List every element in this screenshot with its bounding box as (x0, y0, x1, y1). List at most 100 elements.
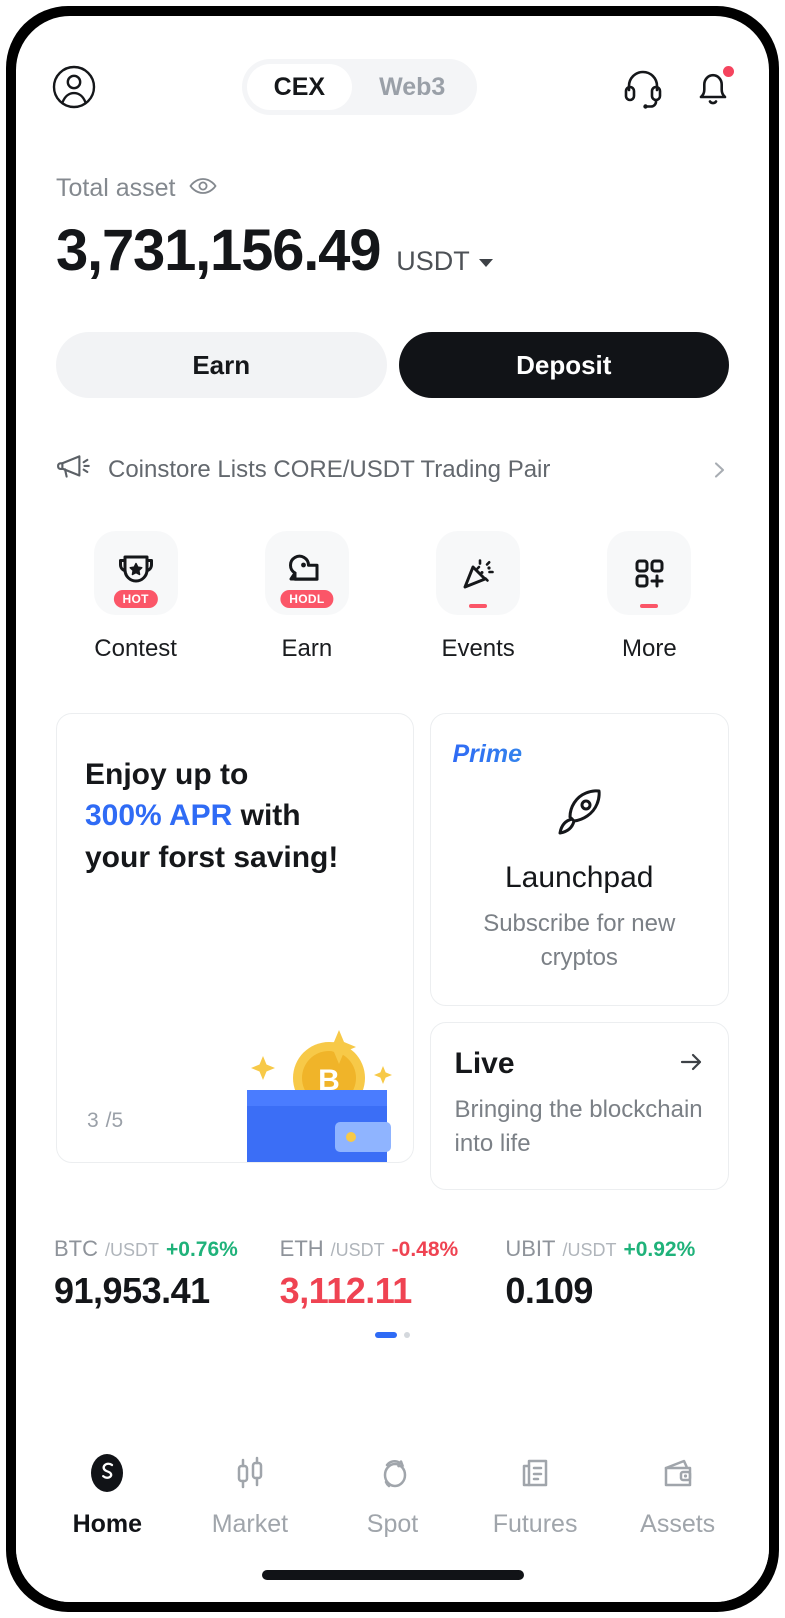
phone-frame: CEX Web3 Total asset 3,731,156.49 USDT E… (6, 6, 779, 1612)
ticker-pair-row: BTC /USDT +0.76% (54, 1236, 280, 1262)
nav-label: Spot (366, 1510, 419, 1538)
quick-action-badge: HOT (113, 590, 158, 608)
ticker-change: -0.48% (391, 1238, 459, 1262)
ticker-ubit[interactable]: UBIT /USDT +0.92% 0.109 (505, 1236, 731, 1312)
launchpad-subtitle: Subscribe for new cryptos (483, 910, 676, 972)
header-icon-group (621, 65, 735, 109)
savings-promo-line2-rest: with (232, 799, 301, 833)
ticker-btc[interactable]: BTC /USDT +0.76% 91,953.41 (54, 1236, 280, 1312)
live-card[interactable]: Live Bringing the blockchain into life (429, 1022, 729, 1191)
home-logo-icon (84, 1450, 130, 1496)
app-screen: CEX Web3 Total asset 3,731,156.49 USDT E… (16, 16, 769, 1602)
ticker-base: BTC (54, 1236, 98, 1262)
ticker-strip: BTC /USDT +0.76% 91,953.41 ETH /USDT -0.… (16, 1190, 769, 1312)
quick-action-earn[interactable]: HODL Earn (221, 531, 392, 663)
eye-icon[interactable] (188, 177, 217, 200)
live-card-header: Live (455, 1047, 705, 1081)
quick-action-label: Earn (281, 635, 333, 662)
notification-badge (722, 66, 734, 77)
nav-label: Home (72, 1510, 143, 1538)
user-circle-icon[interactable] (50, 63, 98, 111)
quick-action-more[interactable]: More (564, 531, 735, 663)
rocket-icon (548, 781, 610, 843)
quick-action-tile: HODL (264, 531, 349, 615)
chevron-right-icon[interactable] (709, 460, 729, 480)
party-popper-icon (463, 559, 494, 589)
mode-switch[interactable]: CEX Web3 (241, 59, 478, 115)
tab-cex[interactable]: CEX (246, 64, 353, 110)
arrow-right-icon[interactable] (678, 1049, 704, 1080)
savings-promo-headline: Enjoy up to 300% APR with your forst sav… (85, 754, 385, 878)
candlestick-icon (227, 1450, 273, 1496)
ticker-quote: /USDT (330, 1240, 385, 1261)
quick-actions: HOT Contest HODL Earn Events More (16, 487, 769, 663)
earn-button[interactable]: Earn (56, 332, 387, 398)
promo-section: Enjoy up to 300% APR with your forst sav… (16, 663, 769, 1191)
app-header: CEX Web3 (16, 16, 769, 126)
announcement-banner[interactable]: Coinstore Lists CORE/USDT Trading Pair (16, 398, 769, 487)
savings-promo-line3: your forst saving! (85, 840, 339, 874)
savings-promo-counter-current: 3 (87, 1109, 99, 1132)
launchpad-card[interactable]: Prime Launchpad Subscribe for new crypto… (429, 713, 729, 1007)
ticker-quote: /USDT (562, 1240, 617, 1261)
quick-action-events[interactable]: Events (393, 531, 564, 663)
deposit-button[interactable]: Deposit (398, 332, 729, 398)
prime-tag: Prime (453, 740, 707, 769)
ticker-change: +0.76% (166, 1238, 238, 1262)
ticker-pair-row: ETH /USDT -0.48% (280, 1236, 506, 1262)
spot-trade-icon (369, 1450, 415, 1496)
balance-label: Total asset (56, 174, 176, 202)
quick-action-label: Events (441, 635, 515, 662)
launchpad-title: Launchpad (505, 861, 654, 894)
savings-promo-highlight: 300% APR (85, 799, 233, 833)
balance-label-row: Total asset (56, 174, 729, 203)
balance-amount-row: 3,731,156.49 USDT (56, 217, 729, 284)
quick-action-label: Contest (94, 635, 177, 662)
quick-action-badge (469, 604, 488, 608)
bell-icon[interactable] (691, 65, 735, 109)
nav-item-assets[interactable]: Assets (606, 1450, 749, 1602)
chevron-down-icon (478, 258, 493, 267)
ticker-pair-row: UBIT /USDT +0.92% (505, 1236, 731, 1262)
ticker-price: 3,112.11 (279, 1270, 413, 1312)
home-indicator (261, 1570, 524, 1580)
tab-web3[interactable]: Web3 (352, 64, 472, 110)
savings-promo-line1: Enjoy up to (85, 758, 249, 791)
nav-item-home[interactable]: Home (36, 1450, 179, 1602)
ticker-pager[interactable] (16, 1332, 769, 1339)
quick-action-label: More (622, 635, 677, 662)
nav-label: Market (211, 1510, 289, 1538)
ticker-quote: /USDT (105, 1240, 159, 1261)
nav-label: Assets (640, 1510, 716, 1538)
live-title: Live (454, 1047, 515, 1081)
balance-currency-selector[interactable]: USDT (396, 246, 493, 277)
quick-action-tile (436, 531, 521, 615)
ticker-change: +0.92% (623, 1238, 696, 1262)
savings-promo-counter: 3 /5 (87, 1105, 123, 1134)
pager-dot[interactable] (404, 1332, 410, 1339)
primary-actions: Earn Deposit (16, 284, 769, 398)
futures-doc-icon (512, 1450, 558, 1496)
ticker-base: ETH (279, 1236, 324, 1262)
ticker-base: UBIT (505, 1236, 556, 1262)
balance-section: Total asset 3,731,156.49 USDT (16, 126, 769, 284)
promo-right-column: Prime Launchpad Subscribe for new crypto… (429, 713, 729, 1191)
wallet-icon (655, 1450, 701, 1496)
ticker-eth[interactable]: ETH /USDT -0.48% 3,112.11 (280, 1236, 506, 1312)
grid-plus-icon (635, 559, 664, 588)
nav-label: Futures (492, 1510, 578, 1538)
savings-promo-counter-total: /5 (105, 1109, 124, 1132)
quick-action-badge (640, 604, 659, 608)
balance-amount: 3,731,156.49 (56, 218, 381, 283)
pager-dot-active[interactable] (375, 1332, 397, 1339)
wallet-bitcoin-icon: B (246, 1030, 392, 1162)
quick-action-tile (607, 531, 692, 615)
headset-icon[interactable] (621, 65, 665, 109)
quick-action-contest[interactable]: HOT Contest (50, 531, 221, 663)
savings-promo-card[interactable]: Enjoy up to 300% APR with your forst sav… (56, 713, 414, 1163)
announcement-text: Coinstore Lists CORE/USDT Trading Pair (108, 455, 551, 483)
live-subtitle: Bringing the blockchain into life (454, 1096, 703, 1158)
quick-action-badge: HODL (280, 590, 334, 608)
quick-action-tile: HOT (93, 531, 178, 615)
ticker-price: 91,953.41 (54, 1270, 210, 1312)
